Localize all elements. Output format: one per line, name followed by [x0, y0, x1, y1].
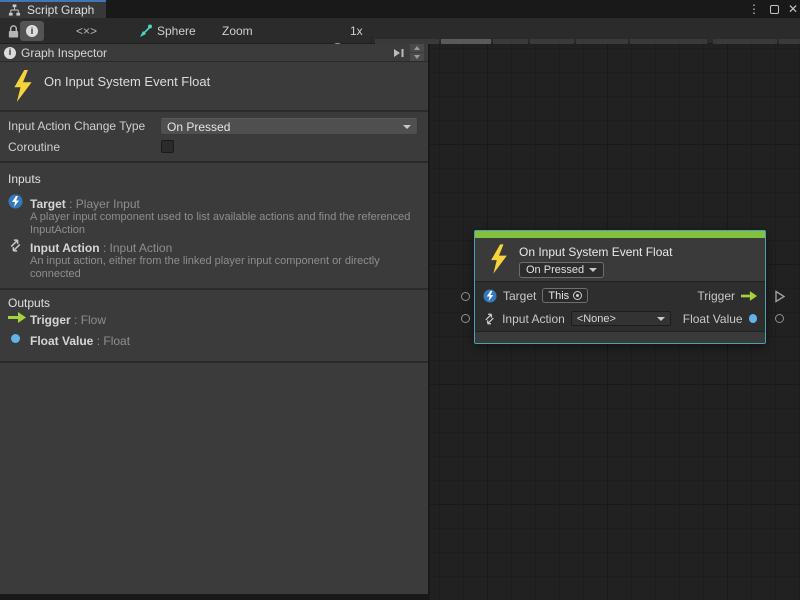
node-row-input-action: Input Action <None> Float Value: [475, 307, 765, 330]
inspector-toggle-button[interactable]: i: [20, 21, 44, 41]
chevron-down-icon: [414, 55, 420, 59]
script-graph-window: Script Graph ⋮ ✕ i <×> Sphere Zoom 1x: [0, 0, 800, 600]
graph-name-label: Sphere: [157, 24, 196, 38]
target-object-field[interactable]: This: [542, 288, 588, 303]
input-item-action-description: An input action, either from the linked …: [30, 255, 418, 281]
dock-panel-icon[interactable]: [393, 48, 405, 58]
flow-arrow-icon: [8, 312, 26, 323]
float-value-port-icon[interactable]: [749, 314, 757, 323]
graph-hierarchy-icon: [8, 4, 21, 16]
player-input-icon: [483, 289, 497, 303]
node-color-bar: [475, 231, 765, 238]
node-footer: [475, 331, 765, 343]
maximize-icon: [770, 5, 779, 14]
inspector-header: i Graph Inspector: [0, 44, 428, 62]
node-header[interactable]: On Input System Event Float On Pressed: [475, 238, 765, 282]
input-action-icon: [483, 312, 496, 326]
event-bolt-icon: [490, 244, 508, 274]
chevron-up-icon: [414, 46, 420, 50]
divider: [0, 161, 428, 163]
node-row-target: Target This Trigger: [475, 284, 765, 307]
lock-icon[interactable]: [7, 24, 20, 39]
coroutine-checkbox[interactable]: [161, 140, 174, 153]
divider: [0, 361, 428, 363]
change-type-label: Input Action Change Type: [8, 119, 145, 133]
tab-bar: Script Graph ⋮ ✕: [0, 0, 800, 18]
float-value-port-label: Float Value: [683, 312, 743, 326]
target-port-label: Target: [503, 289, 536, 303]
output-item-float-value: Float Value : Float: [30, 332, 130, 350]
on-input-system-event-float-node[interactable]: On Input System Event Float On Pressed T…: [474, 230, 766, 344]
change-type-dropdown[interactable]: On Pressed: [160, 118, 418, 135]
tab-script-graph[interactable]: Script Graph: [0, 0, 106, 18]
output-item-trigger: Trigger : Flow: [30, 311, 106, 329]
close-icon: ✕: [788, 2, 798, 16]
node-title: On Input System Event Float: [519, 245, 672, 259]
zoom-value: 1x: [350, 24, 363, 38]
scrub-down-button[interactable]: [410, 53, 424, 61]
tab-title: Script Graph: [27, 3, 94, 17]
graph-inspector-panel: i Graph Inspector On Input System Event …: [0, 44, 428, 594]
code-view-icon[interactable]: <×>: [76, 24, 97, 38]
input-action-port-label: Input Action: [502, 312, 565, 326]
event-bolt-icon: [12, 70, 34, 102]
node-mode-dropdown[interactable]: On Pressed: [519, 262, 604, 278]
script-graph-asset-icon: [139, 24, 153, 38]
external-output-port[interactable]: [775, 314, 784, 323]
chevron-down-icon: [657, 317, 665, 321]
scrub-up-button[interactable]: [410, 44, 424, 52]
inputs-section-title: Inputs: [8, 172, 41, 186]
graph-canvas[interactable]: On Input System Event Float On Pressed T…: [428, 44, 800, 600]
menu-dots-icon: ⋮: [748, 2, 760, 16]
zoom-label: Zoom: [222, 24, 253, 38]
outputs-section-title: Outputs: [8, 296, 50, 310]
divider: [0, 110, 428, 112]
player-input-icon: [8, 194, 23, 209]
info-icon: i: [4, 47, 16, 59]
external-input-port-1[interactable]: [461, 292, 470, 301]
input-action-icon: [8, 238, 23, 253]
object-picker-icon[interactable]: [573, 291, 582, 300]
trigger-port-label: Trigger: [697, 289, 735, 303]
chevron-down-icon: [403, 125, 411, 129]
coroutine-label: Coroutine: [8, 140, 60, 154]
float-port-icon: [11, 334, 20, 343]
chevron-down-icon: [589, 268, 597, 272]
window-menu-button[interactable]: ⋮: [746, 1, 762, 17]
input-action-dropdown[interactable]: <None>: [571, 311, 671, 326]
graph-toolbar: i <×> Sphere Zoom 1x Relations Values Di…: [0, 18, 800, 44]
input-item-target-description: A player input component used to list av…: [30, 211, 418, 237]
inspector-title: Graph Inspector: [21, 46, 388, 60]
window-maximize-button[interactable]: [766, 1, 782, 17]
external-input-port-2[interactable]: [461, 314, 470, 323]
divider: [0, 288, 428, 290]
info-icon: i: [26, 25, 38, 37]
inspector-scrubber: [410, 44, 424, 61]
window-close-button[interactable]: ✕: [785, 1, 800, 17]
inspected-node-title: On Input System Event Float: [44, 74, 210, 89]
trigger-port-icon[interactable]: [741, 291, 757, 301]
external-trigger-port[interactable]: [774, 290, 786, 303]
